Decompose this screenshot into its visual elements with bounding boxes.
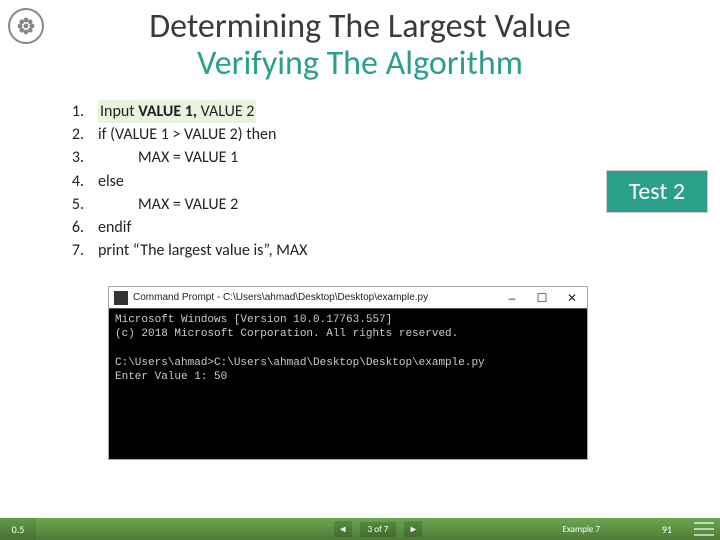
line-number: 1. — [58, 100, 84, 123]
title-line-1: Determining The Largest Value — [0, 8, 720, 45]
prev-button[interactable]: ◄ — [334, 521, 352, 537]
line-number: 7. — [58, 239, 84, 262]
brand-logo — [8, 8, 44, 44]
line-number: 5. — [58, 193, 84, 216]
maximize-button[interactable]: ☐ — [527, 288, 557, 308]
algo-line: 2. if (VALUE 1 > VALUE 2) then — [58, 123, 700, 146]
footer-left-value: 0.5 — [0, 518, 36, 540]
algo-line: 5. MAX = VALUE 2 — [58, 193, 700, 216]
slide-title: Determining The Largest Value Verifying … — [0, 0, 720, 83]
close-button[interactable]: ✕ — [557, 288, 587, 308]
cmd-icon — [114, 291, 128, 305]
terminal-titlebar: Command Prompt - C:\Users\ahmad\Desktop\… — [109, 287, 587, 309]
line-text: MAX = VALUE 1 — [98, 146, 238, 169]
line-text: endif — [98, 216, 131, 239]
line-text: print “The largest value is”, MAX — [98, 239, 307, 262]
line-number: 6. — [58, 216, 84, 239]
footer-nav: ◄ 3 of 7 ► — [36, 521, 720, 537]
terminal-title: Command Prompt - C:\Users\ahmad\Desktop\… — [133, 292, 497, 303]
step-indicator: 3 of 7 — [360, 522, 397, 537]
test-badge: Test 2 — [606, 170, 708, 213]
next-button[interactable]: ► — [404, 521, 422, 537]
line-text: Input VALUE 1, VALUE 2 — [98, 100, 256, 123]
terminal-window: Command Prompt - C:\Users\ahmad\Desktop\… — [108, 286, 588, 460]
page-number: 91 — [662, 523, 672, 536]
window-controls: – ☐ ✕ — [497, 288, 587, 308]
line-text: if (VALUE 1 > VALUE 2) then — [98, 123, 276, 146]
line-number: 3. — [58, 146, 84, 169]
logo-icon — [24, 24, 29, 29]
menu-icon[interactable] — [694, 522, 714, 536]
content-area: 1. Input VALUE 1, VALUE 2 2. if (VALUE 1… — [58, 100, 700, 262]
terminal-output: Microsoft Windows [Version 10.0.17763.55… — [109, 309, 587, 459]
algo-line: 6. endif — [58, 216, 700, 239]
algorithm-list: 1. Input VALUE 1, VALUE 2 2. if (VALUE 1… — [58, 100, 700, 262]
line-text: else — [98, 170, 124, 193]
footer-bar: 0.5 ◄ 3 of 7 ► Example 7 91 — [0, 518, 720, 540]
minimize-button[interactable]: – — [497, 288, 527, 308]
algo-line: 3. MAX = VALUE 1 — [58, 146, 700, 169]
line-number: 4. — [58, 170, 84, 193]
test-badge-label: Test 2 — [629, 177, 685, 206]
algo-line: 7. print “The largest value is”, MAX — [58, 239, 700, 262]
example-label: Example 7 — [563, 524, 601, 535]
title-line-2: Verifying The Algorithm — [0, 45, 720, 82]
line-text: MAX = VALUE 2 — [98, 193, 238, 216]
algo-line: 4. else — [58, 170, 700, 193]
line-number: 2. — [58, 123, 84, 146]
algo-line: 1. Input VALUE 1, VALUE 2 — [58, 100, 700, 123]
